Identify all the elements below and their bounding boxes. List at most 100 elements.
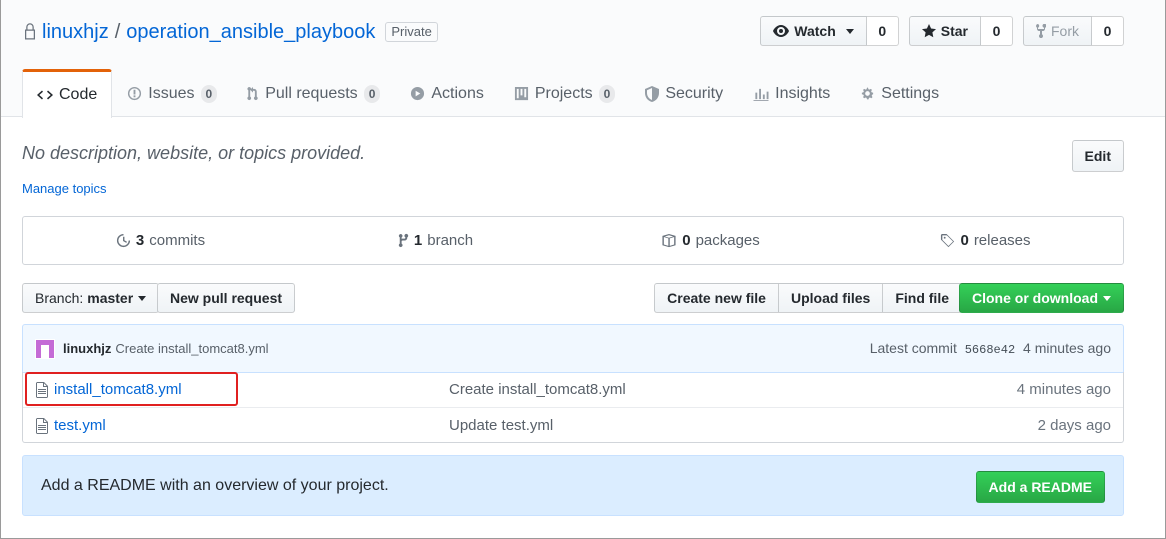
repo-owner-link[interactable]: linuxhjz	[42, 21, 109, 44]
commit-meta: Latest commit 5668e42 4 minutes ago	[870, 340, 1111, 357]
tab-label: Issues	[148, 84, 195, 102]
file-commit-message[interactable]: Update test.yml	[449, 417, 553, 434]
chevron-down-icon	[1103, 295, 1111, 301]
branch-select-value: master	[87, 290, 134, 306]
clone-or-download-button[interactable]: Clone or download	[959, 283, 1124, 313]
branches-link[interactable]: 1 branch	[298, 217, 573, 264]
fork-label: Fork	[1051, 23, 1079, 39]
package-icon	[662, 233, 676, 248]
watch-count[interactable]: 0	[866, 16, 899, 46]
repo-nav-tabs: Code Issues 0 Pull requests 0 Actions Pr…	[22, 69, 954, 118]
tab-settings[interactable]: Settings	[845, 69, 954, 117]
repo-name-link[interactable]: operation_ansible_playbook	[126, 21, 375, 44]
create-new-file-button[interactable]: Create new file	[654, 283, 779, 313]
packages-link[interactable]: 0 packages	[573, 217, 848, 264]
file-icon	[36, 418, 48, 434]
repo-actions: Watch 0 Star 0 Fork 0	[760, 16, 1124, 46]
tab-label: Actions	[431, 84, 484, 102]
tab-insights[interactable]: Insights	[738, 69, 845, 117]
repo-description: No description, website, or topics provi…	[22, 143, 366, 163]
numbers-summary: 3 commits 1 branch 0 packages 0 releases	[22, 216, 1124, 265]
releases-link[interactable]: 0 releases	[848, 217, 1123, 264]
tab-label: Code	[59, 85, 98, 103]
tab-pull-requests[interactable]: Pull requests 0	[232, 69, 395, 117]
find-file-button[interactable]: Find file	[882, 283, 962, 313]
readme-prompt-text: Add a README with an overview of your pr…	[41, 476, 389, 494]
star-count[interactable]: 0	[981, 16, 1013, 46]
latest-commit-bar: linuxhjz Create install_tomcat8.yml Late…	[22, 324, 1124, 373]
code-icon	[37, 90, 53, 99]
table-row: test.yml Update test.yml 2 days ago	[23, 407, 1123, 442]
project-icon	[514, 86, 528, 101]
latest-commit-prefix: Latest commit	[869, 340, 957, 356]
star-group: Star 0	[908, 16, 1013, 46]
tab-security[interactable]: Security	[630, 69, 738, 117]
file-age: 2 days ago	[1037, 416, 1111, 434]
file-age: 4 minutes ago	[1016, 381, 1111, 398]
annotation-highlight-box	[25, 372, 238, 406]
commit-age: 4 minutes ago	[1023, 340, 1111, 356]
commits-count: 3	[135, 232, 145, 249]
fork-group: Fork 0	[1023, 16, 1124, 46]
commits-label: commits	[149, 232, 206, 249]
avatar[interactable]	[35, 338, 55, 359]
shield-icon	[645, 85, 660, 102]
issue-icon	[128, 86, 142, 101]
eye-icon	[773, 25, 790, 37]
branch-label: branch	[427, 232, 474, 249]
branch-select-label: Branch:	[35, 290, 84, 306]
watch-label: Watch	[794, 23, 836, 39]
edit-button[interactable]: Edit	[1071, 140, 1124, 172]
watch-group: Watch 0	[760, 16, 899, 46]
packages-label: packages	[695, 232, 760, 249]
tab-projects[interactable]: Projects 0	[499, 69, 630, 117]
gear-icon	[862, 87, 874, 100]
commit-message[interactable]: Create install_tomcat8.yml	[115, 341, 268, 356]
file-name-link[interactable]: test.yml	[54, 417, 106, 434]
tab-actions[interactable]: Actions	[395, 69, 498, 117]
file-actions-group: Create new file Upload files Find file	[654, 283, 962, 313]
new-pull-request-button[interactable]: New pull request	[157, 283, 296, 313]
star-icon	[921, 24, 936, 38]
tab-label: Security	[665, 84, 724, 102]
repo-title: linuxhjz / operation_ansible_playbook Pr…	[22, 18, 438, 46]
star-label: Star	[940, 23, 968, 39]
file-commit-message[interactable]: Create install_tomcat8.yml	[449, 381, 626, 398]
chevron-down-icon	[138, 295, 147, 301]
tab-label: Settings	[881, 84, 940, 102]
file-navigation: Branch: master New pull request Create n…	[22, 283, 1124, 313]
repo-separator: /	[114, 20, 121, 43]
commit-sha[interactable]: 5668e42	[965, 343, 1015, 357]
clone-label: Clone or download	[972, 290, 1098, 306]
releases-count: 0	[960, 232, 969, 249]
branch-select-button[interactable]: Branch: master	[22, 283, 160, 313]
tab-label: Projects	[534, 84, 593, 102]
star-button[interactable]: Star	[908, 16, 981, 46]
commits-link[interactable]: 3 commits	[23, 217, 298, 264]
tab-count: 0	[598, 84, 616, 103]
tab-label: Insights	[775, 84, 831, 102]
chevron-down-icon	[845, 28, 854, 34]
play-icon	[411, 86, 425, 101]
releases-label: releases	[973, 232, 1031, 249]
tab-code[interactable]: Code	[22, 69, 113, 118]
private-badge: Private	[385, 22, 438, 42]
manage-topics-link[interactable]: Manage topics	[22, 181, 107, 196]
tab-issues[interactable]: Issues 0	[112, 69, 232, 117]
history-icon	[116, 233, 130, 248]
branch-count: 1	[413, 232, 423, 249]
tab-count: 0	[200, 84, 218, 103]
branch-icon	[398, 233, 409, 248]
packages-count: 0	[682, 232, 691, 249]
fork-button[interactable]: Fork	[1023, 16, 1092, 46]
pull-request-icon	[247, 86, 258, 101]
fork-count[interactable]: 0	[1092, 16, 1124, 46]
commit-author[interactable]: linuxhjz	[63, 341, 111, 356]
tab-count: 0	[363, 84, 381, 103]
lock-icon	[25, 23, 35, 40]
add-readme-button[interactable]: Add a README	[975, 471, 1105, 503]
upload-files-button[interactable]: Upload files	[777, 283, 884, 313]
watch-button[interactable]: Watch	[760, 16, 867, 46]
readme-prompt: Add a README with an overview of your pr…	[22, 455, 1124, 516]
repo-header: linuxhjz / operation_ansible_playbook Pr…	[0, 0, 1166, 118]
